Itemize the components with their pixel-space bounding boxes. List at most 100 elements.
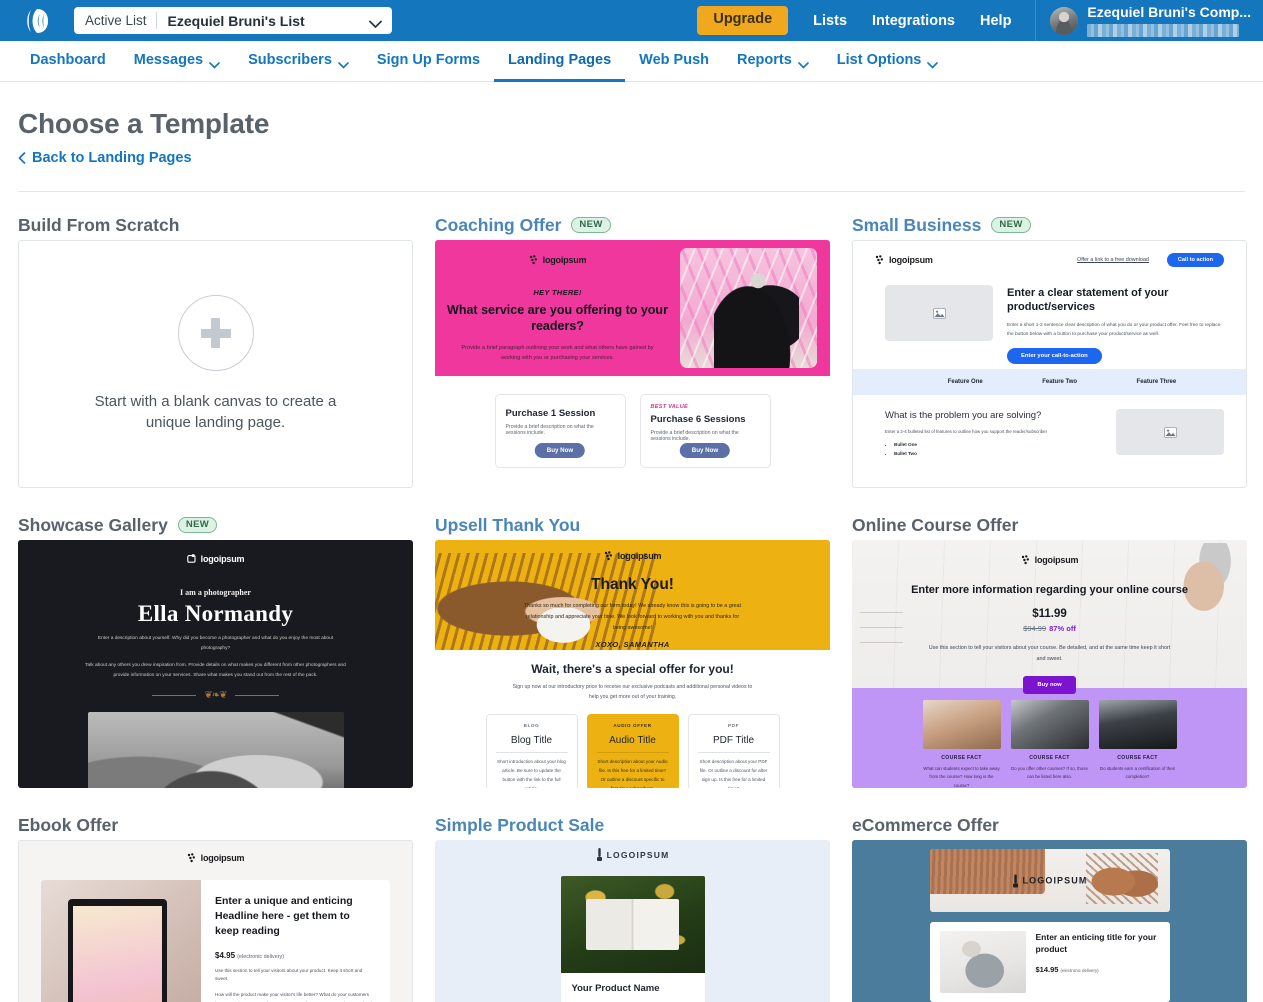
- template-header: Online Course Offer: [852, 510, 1247, 540]
- template-card-online-course-offer[interactable]: Online Course Offer logoipsum Enter more…: [852, 510, 1247, 788]
- nav-item-messages[interactable]: Messages: [120, 41, 234, 82]
- image-placeholder-icon: [885, 285, 993, 341]
- logo-text: logoipsum: [200, 554, 245, 564]
- account-menu[interactable]: Ezequiel Bruni's Comp...: [1036, 0, 1263, 41]
- template-title: Upsell Thank You: [435, 514, 581, 535]
- feature-label: Feature One: [947, 379, 983, 385]
- preview-name: Ella Normandy: [137, 601, 294, 626]
- new-badge: NEW: [177, 516, 218, 534]
- template-header: Showcase Gallery NEW: [18, 510, 413, 540]
- chevron-down-icon: [338, 57, 349, 69]
- template-card-ebook-offer[interactable]: Ebook Offer logoipsum Enter a unique and…: [18, 810, 413, 1002]
- template-thumbnail-online-course-offer[interactable]: logoipsum Enter more information regardi…: [852, 540, 1247, 788]
- course-fact: COURSE FACT What can students expect to …: [922, 700, 1001, 788]
- template-card-ecommerce-offer[interactable]: eCommerce Offer LOGOIPSUM Enter an entic…: [852, 810, 1247, 1002]
- template-thumbnail-upsell-thank-you[interactable]: logoipsum Thank You! Thanks so much for …: [435, 540, 830, 788]
- offer-kicker: AUDIO OFFER: [613, 722, 652, 728]
- template-thumbnail-ebook-offer[interactable]: logoipsum Enter a unique and enticing He…: [18, 840, 413, 1002]
- chevron-down-icon: [797, 57, 809, 69]
- image-placeholder-icon: [1116, 409, 1224, 455]
- preview-hero: LOGOIPSUM: [929, 849, 1170, 912]
- price-note: (electronic delivery): [1060, 967, 1099, 973]
- template-card-coaching-offer[interactable]: Coaching Offer NEW logoipsum HEY THERE! …: [435, 210, 830, 488]
- back-to-landing-pages-link[interactable]: Back to Landing Pages: [18, 150, 192, 166]
- template-title: Online Course Offer: [852, 514, 1019, 535]
- chevron-down-icon: [927, 57, 939, 69]
- template-title: Simple Product Sale: [435, 814, 605, 835]
- template-card-build-from-scratch[interactable]: Build From Scratch Start with a blank ca…: [18, 210, 413, 488]
- chevron-down-icon: [209, 57, 220, 69]
- topbar-link-integrations[interactable]: Integrations: [872, 13, 955, 29]
- preview-old-price-row: $94.99 87% off: [852, 624, 1247, 633]
- buy-now-button: Buy Now: [534, 443, 586, 458]
- preview-paragraph-1: Use this section to tell your visitors a…: [215, 967, 363, 982]
- upgrade-button[interactable]: Upgrade: [697, 6, 789, 35]
- nav-item-sign-up-forms[interactable]: Sign Up Forms: [363, 41, 494, 82]
- nav-label: Dashboard: [30, 52, 106, 68]
- preview-body: LOGOIPSUM Your Product Name Enter a brie…: [435, 840, 830, 1002]
- nav-item-reports[interactable]: Reports: [723, 41, 823, 82]
- template-thumbnail-coaching-offer[interactable]: logoipsum HEY THERE! What service are yo…: [435, 240, 830, 488]
- template-thumbnail-simple-product-sale[interactable]: LOGOIPSUM Your Product Name Enter a brie…: [435, 840, 830, 1002]
- preview-price: $11.99: [1032, 608, 1067, 620]
- page-title: Choose a Template: [18, 108, 270, 139]
- template-thumbnail-blank-canvas[interactable]: Start with a blank canvas to create a un…: [18, 240, 413, 488]
- nav-item-landing-pages[interactable]: Landing Pages: [494, 41, 626, 82]
- pricing-title: Purchase 1 Session: [505, 408, 596, 419]
- preview-body: LOGOIPSUM Enter an enticing title for yo…: [852, 840, 1247, 1002]
- logoipsum-logo-icon: logoipsum: [875, 255, 933, 265]
- topbar-link-lists[interactable]: Lists: [813, 13, 847, 29]
- template-card-small-business[interactable]: Small Business NEW logoipsum Offer a lin…: [852, 210, 1247, 488]
- blank-canvas-text: Start with a blank canvas to create a un…: [94, 393, 337, 431]
- template-header: Build From Scratch: [18, 210, 413, 240]
- back-link-label: Back to Landing Pages: [32, 150, 192, 166]
- active-list-switcher[interactable]: Active List Ezequiel Bruni's List: [74, 7, 392, 34]
- preview-product-name: Your Product Name: [571, 983, 660, 994]
- preview-hero: Enter a clear statement of your product/…: [853, 279, 1246, 369]
- nav-item-list-options[interactable]: List Options: [823, 41, 953, 82]
- bullet-item: Bullet Two: [894, 450, 1102, 459]
- preview-bullet-list: Bullet One Bullet Two: [894, 441, 1102, 458]
- template-card-showcase-gallery[interactable]: Showcase Gallery NEW logoipsum I am a ph…: [18, 510, 413, 788]
- template-title: Coaching Offer: [435, 214, 562, 235]
- course-fact-label: COURSE FACT: [1029, 755, 1070, 761]
- nav-item-dashboard[interactable]: Dashboard: [16, 41, 120, 82]
- preview-discount: 87% off: [1049, 624, 1076, 633]
- topbar-link-help[interactable]: Help: [980, 13, 1011, 29]
- ornament-divider-icon: ❦❧❦: [18, 690, 413, 701]
- logoipsum-logo-icon: logoipsum: [187, 853, 245, 863]
- template-title: Ebook Offer: [18, 814, 119, 835]
- page-content: Choose a Template Back to Landing Pages …: [0, 108, 1263, 1002]
- preview-paragraph: Thanks so much for completing our form t…: [523, 603, 742, 631]
- nav-label: Reports: [737, 52, 792, 68]
- aweber-logo-icon[interactable]: [14, 6, 58, 36]
- template-thumbnail-showcase-gallery[interactable]: logoipsum I am a photographer Ella Norma…: [18, 540, 413, 788]
- logoipsum-logo-icon: logoipsum: [529, 255, 587, 265]
- nav-item-subscribers[interactable]: Subscribers: [234, 41, 363, 82]
- preview-sub-paragraph: Enter a 2-4 bulleted list of features to…: [885, 429, 1048, 435]
- template-thumbnail-ecommerce-offer[interactable]: LOGOIPSUM Enter an enticing title for yo…: [852, 840, 1247, 1002]
- offer-desc: Short introduction about your blog artic…: [497, 758, 566, 788]
- preview-nav-cta: Call to action: [1166, 253, 1224, 267]
- top-navigation-bar: Active List Ezequiel Bruni's List Upgrad…: [0, 0, 1263, 41]
- nav-label: Landing Pages: [508, 52, 612, 68]
- preview-eyebrow: HEY THERE!: [533, 288, 582, 297]
- chevron-down-icon[interactable]: [369, 16, 382, 29]
- buy-now-button: Buy Now: [679, 443, 731, 458]
- course-fact: COURSE FACT Do students earn a certifica…: [1098, 700, 1177, 788]
- course-fact: COURSE FACT Do you offer other courses? …: [1010, 700, 1089, 788]
- preview-photo: [87, 712, 344, 788]
- template-thumbnail-small-business[interactable]: logoipsum Offer a link to a free downloa…: [852, 240, 1247, 488]
- preview-problem-section: What is the problem you are solving? Ent…: [853, 395, 1246, 459]
- preview-headline: Thank You!: [591, 576, 674, 593]
- nav-label: Sign Up Forms: [376, 52, 481, 68]
- preview-product-title: Enter an enticing title for your product: [1035, 932, 1157, 955]
- template-card-upsell-thank-you[interactable]: Upsell Thank You logoipsum Thank You! Th…: [435, 510, 830, 788]
- logo-text: logoipsum: [542, 255, 587, 265]
- logoipsum-logo-icon: logoipsum: [1021, 555, 1079, 565]
- preview-offer-section: Wait, there's a special offer for you! S…: [435, 650, 830, 788]
- preview-price: $4.95 (electronic delivery): [215, 950, 284, 960]
- nav-item-web-push[interactable]: Web Push: [625, 41, 723, 82]
- logo-text: logoipsum: [200, 853, 245, 863]
- template-card-simple-product-sale[interactable]: Simple Product Sale LOGOIPSUM Your Produ…: [435, 810, 830, 1002]
